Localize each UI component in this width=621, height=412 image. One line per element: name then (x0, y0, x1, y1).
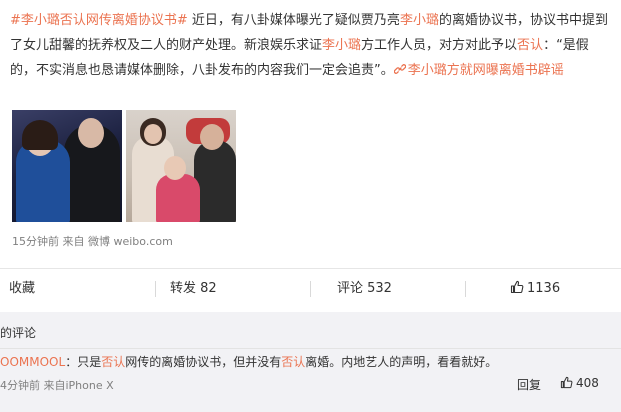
mention-link[interactable]: 李小璐 (400, 13, 439, 28)
article-link-label: 李小璐方就网曝离婚书辟谣 (407, 63, 564, 78)
divider (155, 281, 156, 297)
comment-button[interactable]: 评论 532 (337, 270, 392, 308)
post-body: #李小璐否认网传离婚协议书# 近日，有八卦媒体曝光了疑似贾乃亮李小璐的离婚协议书… (10, 8, 610, 83)
like-icon (510, 272, 524, 310)
comment-meta: 4分钟前 来自iPhone X (0, 379, 114, 392)
divider (0, 348, 621, 349)
divider (310, 281, 311, 297)
keyword-link[interactable]: 否认 (281, 355, 305, 369)
reply-button[interactable]: 回复 (517, 376, 541, 393)
divider (0, 268, 621, 269)
article-link[interactable]: 李小璐方就网曝离婚书辟谣 (393, 63, 564, 78)
comment-username-link[interactable]: OOMMOOL (0, 355, 65, 369)
comment-section-header: 的评论 (0, 326, 37, 340)
topic-hashtag-link[interactable]: #李小璐否认网传离婚协议书# (10, 13, 188, 28)
action-bar: 收藏 转发 82 评论 532 1136 (0, 270, 621, 308)
post-text-segment: 近日，有八卦媒体曝光了疑似贾乃亮 (187, 13, 400, 28)
post-photo-1[interactable] (12, 110, 122, 222)
post-photo-2[interactable] (126, 110, 236, 222)
comment-like-count: 408 (576, 376, 599, 390)
like-count: 1136 (527, 281, 561, 296)
comment-like-button[interactable]: 408 (560, 376, 599, 392)
comment-section: 的评论 OOMMOOL：只是否认网传的离婚协议书，但并没有否认离婚。内地艺人的声… (0, 312, 621, 412)
mention-link[interactable]: 李小璐 (322, 38, 361, 53)
like-icon (560, 376, 573, 392)
comment-text-segment: ：只是 (65, 355, 102, 369)
post-meta: 15分钟前 来自 微博 weibo.com (12, 235, 173, 248)
post-text-segment: 方工作人员，对方对此予以 (361, 38, 518, 53)
comment-text-segment: 离婚。内地艺人的声明，看看就好。 (305, 355, 498, 369)
like-button[interactable]: 1136 (510, 270, 560, 308)
comment-item: OOMMOOL：只是否认网传的离婚协议书，但并没有否认离婚。内地艺人的声明，看看… (0, 353, 497, 370)
repost-button[interactable]: 转发 82 (170, 270, 217, 308)
comment-text-segment: 网传的离婚协议书，但并没有 (125, 355, 282, 369)
favorite-button[interactable]: 收藏 (9, 270, 35, 308)
keyword-link[interactable]: 否认 (517, 38, 543, 53)
link-icon (393, 63, 408, 78)
keyword-link[interactable]: 否认 (101, 355, 125, 369)
divider (465, 281, 466, 297)
